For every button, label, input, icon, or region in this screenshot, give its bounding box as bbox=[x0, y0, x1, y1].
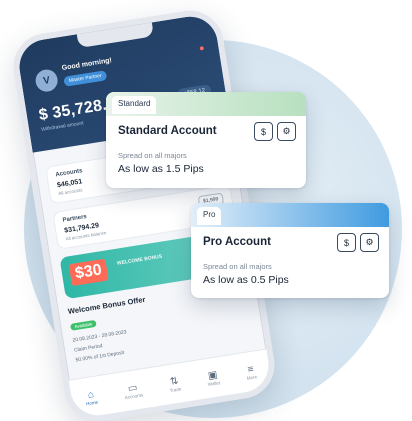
pro-account-card[interactable]: Pro Pro Account $ ⚙ Spread on all majors… bbox=[191, 203, 389, 298]
card-tab-strip: Standard bbox=[106, 92, 306, 116]
card-title: Standard Account bbox=[118, 125, 217, 137]
spread-value: As low as 0.5 Pips bbox=[203, 274, 289, 286]
spread-label: Spread on all majors bbox=[203, 262, 272, 271]
tab-home[interactable]: ⌂ Home bbox=[84, 388, 99, 406]
gear-icon[interactable]: ⚙ bbox=[360, 233, 379, 252]
standard-account-card[interactable]: Standard Standard Account $ ⚙ Spread on … bbox=[106, 92, 306, 188]
spread-value: As low as 1.5 Pips bbox=[118, 163, 204, 175]
greeting-text: Good morning! bbox=[61, 57, 113, 72]
spread-label: Spread on all majors bbox=[118, 151, 187, 160]
tab-accounts[interactable]: ▭ Accounts bbox=[123, 381, 143, 400]
card-tab-label: Pro bbox=[197, 207, 222, 225]
promo-text: WELCOME BONUS bbox=[116, 253, 163, 267]
card-title: Pro Account bbox=[203, 236, 271, 248]
dollar-icon[interactable]: $ bbox=[337, 233, 356, 252]
notification-icon[interactable]: ● bbox=[198, 43, 205, 54]
avatar[interactable]: V bbox=[34, 67, 60, 94]
card-tab-label: Standard bbox=[112, 96, 157, 114]
tab-wallet[interactable]: ▣ Wallet bbox=[206, 369, 220, 387]
tab-more[interactable]: ≡ More bbox=[245, 363, 257, 380]
gear-icon[interactable]: ⚙ bbox=[277, 122, 296, 141]
card-tab-strip: Pro bbox=[191, 203, 389, 227]
card-actions: $ ⚙ bbox=[254, 122, 296, 141]
partner-badge: Master Partner bbox=[63, 70, 108, 87]
tab-trade[interactable]: ⇅ Trade bbox=[168, 375, 181, 392]
promo-amount: $30 bbox=[68, 258, 109, 287]
dollar-icon[interactable]: $ bbox=[254, 122, 273, 141]
bonus-status-badge: Available bbox=[69, 319, 97, 331]
card-actions: $ ⚙ bbox=[337, 233, 379, 252]
